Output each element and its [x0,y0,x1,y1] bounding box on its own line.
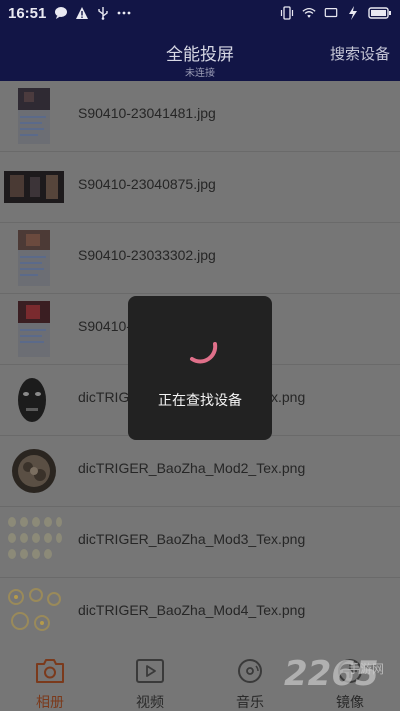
list-item[interactable]: dicTRIGER_BaoZha_Mod3_Tex.png [0,507,400,578]
photo-thumbnail [4,157,64,217]
tab-video-label: 视频 [136,694,164,710]
more-dots-icon [117,6,131,20]
battery-icon [368,6,392,20]
usb-icon [96,6,110,20]
vibrate-icon [280,6,294,20]
texture-thumbnail [4,583,64,643]
list-item[interactable]: S90410-23040875.jpg [0,152,400,223]
file-name: S90410-23033302.jpg [78,247,216,263]
list-item[interactable]: S90410-23033302.jpg [0,223,400,294]
texture-thumbnail [4,370,64,430]
photo-thumbnail [4,228,64,288]
warning-icon [75,6,89,20]
list-item[interactable]: dicTRIGER_BaoZha_Mod4_Tex.png [0,578,400,648]
file-name: dicTRIGER_BaoZha_Mod4_Tex.png [78,602,306,618]
charging-icon [346,6,360,20]
file-name: S90410-23041481.jpg [78,105,216,121]
loading-message: 正在查找设备 [158,392,242,408]
loading-spinner-icon [178,324,222,368]
video-play-icon [134,658,166,684]
tab-mirror-label: 镜像 [336,694,364,710]
status-time: 16:51 [8,4,47,22]
screen-mirror-icon [324,6,338,20]
file-name: S90410-23040875.jpg [78,176,216,192]
list-item[interactable]: dicTRIGER_BaoZha_Mod2_Tex.png [0,436,400,507]
tab-music-label: 音乐 [236,694,264,710]
status-bar: 16:51 [0,0,400,26]
tab-video[interactable]: 视频 [100,648,200,711]
music-disc-icon [234,658,266,684]
app-bar: 全能投屏 未连接 搜索设备 [0,26,400,81]
file-name: dicTRIGER_BaoZha_Mod2_Tex.png [78,460,306,476]
tab-album[interactable]: 相册 [0,648,100,711]
tab-album-label: 相册 [36,694,64,710]
search-devices-button[interactable]: 搜索设备 [330,43,390,64]
camera-icon [34,658,66,684]
chat-bubble-icon [54,6,68,20]
texture-thumbnail [4,512,64,572]
texture-thumbnail [4,441,64,501]
photo-thumbnail [4,86,64,146]
watermark-logo-subtext: 手游网 [348,662,385,676]
wifi-icon [302,6,316,20]
connection-status: 未连接 [185,68,215,79]
list-item[interactable]: S90410-23041481.jpg [0,81,400,152]
photo-thumbnail [4,299,64,359]
loading-dialog: 正在查找设备 [128,296,272,440]
file-name: dicTRIGER_BaoZha_Mod3_Tex.png [78,531,306,547]
